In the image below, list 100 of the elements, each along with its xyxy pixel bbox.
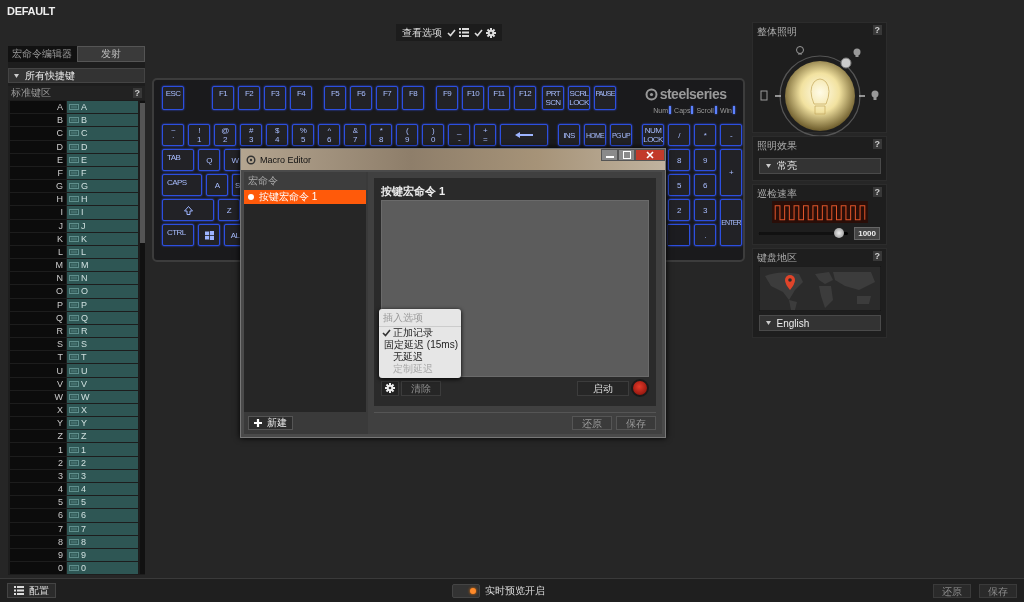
binding-cell[interactable]: D: [67, 140, 138, 153]
view-toggle[interactable]: [446, 28, 469, 37]
binding-cell[interactable]: W: [67, 390, 138, 403]
menu-item[interactable]: 无延迟: [379, 351, 461, 363]
key-cell[interactable]: I: [10, 206, 66, 219]
binding-cell[interactable]: 8: [67, 535, 138, 548]
minimize-button[interactable]: [601, 149, 618, 161]
key-cell[interactable]: 4: [10, 483, 66, 496]
binding-cell[interactable]: O: [67, 285, 138, 298]
key-cell[interactable]: Z: [10, 430, 66, 443]
keyboard-key[interactable]: Q: [198, 149, 220, 171]
keyboard-key[interactable]: F1: [212, 86, 234, 110]
config-button[interactable]: 配置: [7, 583, 56, 598]
binding-cell[interactable]: 1: [67, 443, 138, 456]
key-cell[interactable]: 1: [10, 443, 66, 456]
binding-cell[interactable]: V: [67, 377, 138, 390]
help-icon[interactable]: ?: [872, 187, 882, 197]
keyboard-key[interactable]: & 7: [344, 124, 366, 146]
key-cell[interactable]: S: [10, 338, 66, 351]
binding-cell[interactable]: F: [67, 166, 138, 180]
dropdown[interactable]: 常亮: [758, 158, 881, 174]
keyboard-key[interactable]: Z: [218, 199, 240, 221]
keyboard-key[interactable]: .: [694, 224, 716, 246]
keyboard-key[interactable]: % 5: [292, 124, 314, 146]
keyboard-key[interactable]: ^ 6: [318, 124, 340, 146]
key-cell[interactable]: 6: [10, 509, 66, 522]
view-toggle[interactable]: [473, 27, 496, 38]
key-cell[interactable]: J: [10, 219, 66, 232]
help-icon[interactable]: ?: [132, 88, 142, 98]
keyboard-key[interactable]: _ -: [448, 124, 470, 146]
key-cell[interactable]: V: [10, 377, 66, 390]
key-cell[interactable]: A: [10, 101, 66, 114]
keyboard-key[interactable]: +: [720, 149, 742, 196]
key-cell[interactable]: F: [10, 166, 66, 180]
key-cell[interactable]: D: [10, 140, 66, 153]
keyboard-key[interactable]: 6: [694, 174, 716, 196]
binding-cell[interactable]: G: [67, 180, 138, 193]
keyboard-key[interactable]: [500, 124, 548, 146]
binding-cell[interactable]: 4: [67, 483, 138, 496]
help-icon[interactable]: ?: [872, 251, 882, 261]
key-cell[interactable]: R: [10, 324, 66, 338]
binding-cell[interactable]: 9: [67, 548, 138, 561]
binding-cell[interactable]: 2: [67, 456, 138, 469]
key-cell[interactable]: Y: [10, 417, 66, 430]
binding-cell[interactable]: N: [67, 272, 138, 285]
binding-cell[interactable]: 7: [67, 522, 138, 535]
keyboard-key[interactable]: 2: [668, 199, 690, 221]
tab[interactable]: 宏命令编辑器: [8, 46, 77, 62]
keyboard-key[interactable]: F2: [238, 86, 260, 110]
keyboard-key[interactable]: @ 2: [214, 124, 236, 146]
tab[interactable]: 发射: [76, 46, 145, 62]
keyboard-key[interactable]: F11: [488, 86, 510, 110]
close-button[interactable]: [635, 149, 665, 161]
binding-cell[interactable]: Z: [67, 430, 138, 443]
keyboard-key[interactable]: ! 1: [188, 124, 210, 146]
key-cell[interactable]: B: [10, 114, 66, 127]
keyboard-key[interactable]: CAPS: [162, 174, 202, 196]
key-cell[interactable]: M: [10, 259, 66, 272]
keyboard-key[interactable]: TAB: [162, 149, 194, 171]
binding-cell[interactable]: R: [67, 324, 138, 338]
slider-thumb[interactable]: [834, 228, 845, 238]
binding-cell[interactable]: U: [67, 364, 138, 377]
binding-cell[interactable]: J: [67, 219, 138, 232]
keyboard-key[interactable]: F7: [376, 86, 398, 110]
binding-cell[interactable]: L: [67, 245, 138, 259]
key-cell[interactable]: N: [10, 272, 66, 285]
keyboard-key[interactable]: ( 9: [396, 124, 418, 146]
keyboard-key[interactable]: 5: [668, 174, 690, 196]
keyboard-key[interactable]: ) 0: [422, 124, 444, 146]
keyboard-key[interactable]: CTRL: [162, 224, 194, 246]
key-cell[interactable]: O: [10, 285, 66, 298]
binding-cell[interactable]: P: [67, 298, 138, 311]
key-cell[interactable]: 3: [10, 469, 66, 482]
keyboard-key[interactable]: /: [668, 124, 690, 146]
binding-cell[interactable]: X: [67, 403, 138, 417]
binding-cell[interactable]: E: [67, 153, 138, 166]
key-cell[interactable]: K: [10, 232, 66, 245]
key-cell[interactable]: 0: [10, 562, 66, 575]
binding-cell[interactable]: B: [67, 114, 138, 127]
binding-cell[interactable]: 6: [67, 509, 138, 522]
keyboard-key[interactable]: A: [206, 174, 228, 196]
scrollbar[interactable]: [140, 101, 145, 574]
keyboard-key[interactable]: + =: [474, 124, 496, 146]
key-cell[interactable]: T: [10, 351, 66, 364]
key-cell[interactable]: G: [10, 180, 66, 193]
keyboard-key[interactable]: F4: [290, 86, 312, 110]
keyboard-key[interactable]: F12: [514, 86, 536, 110]
binding-cell[interactable]: A: [67, 101, 138, 114]
binding-cell[interactable]: M: [67, 259, 138, 272]
keyboard-key[interactable]: 9: [694, 149, 716, 171]
keyboard-key[interactable]: *: [694, 124, 716, 146]
key-cell[interactable]: L: [10, 245, 66, 259]
menu-item[interactable]: 固定延迟 (15ms): [379, 339, 461, 351]
keyboard-key[interactable]: F5: [324, 86, 346, 110]
binding-cell[interactable]: 5: [67, 496, 138, 509]
help-icon[interactable]: ?: [872, 139, 882, 149]
keyboard-key[interactable]: 3: [694, 199, 716, 221]
binding-cell[interactable]: 0: [67, 562, 138, 575]
key-cell[interactable]: H: [10, 193, 66, 206]
key-cell[interactable]: C: [10, 127, 66, 140]
